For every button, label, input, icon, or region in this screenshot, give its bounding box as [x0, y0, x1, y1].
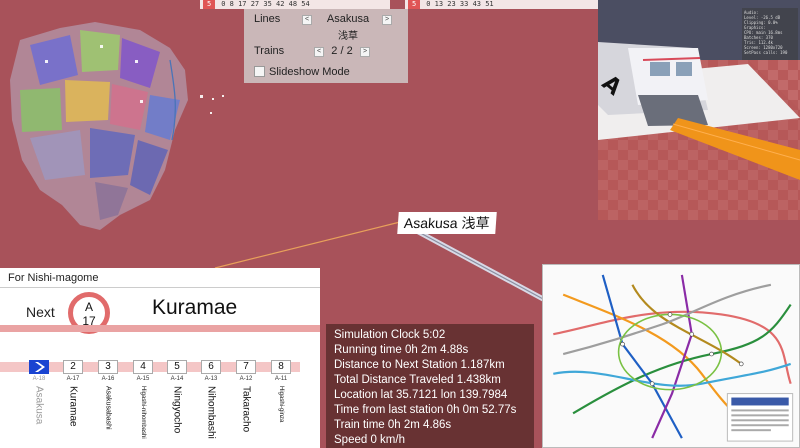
route-stop: A-18 Asakusa: [22, 360, 56, 424]
line-color-bar: [0, 325, 320, 332]
route-stop: 4 A-15 Higashi-nihombashi: [126, 360, 160, 439]
route-stop: 2 A-17 Kuramae: [56, 360, 90, 427]
lines-label: Lines: [254, 13, 281, 25]
simulation-clock: Simulation Clock 5:02: [334, 329, 446, 341]
route-stop: 7 A-12 Takaracho: [229, 360, 263, 432]
route-stop: 8 A-11 Higashi-ginza: [264, 360, 298, 422]
train-time: Train time 0h 2m 4.86s: [334, 419, 452, 431]
speed: Speed 0 km/h: [334, 434, 405, 446]
trains-label: Trains: [254, 45, 285, 57]
tokyo-ward-map[interactable]: [0, 0, 245, 240]
subway-route-map[interactable]: [542, 264, 800, 448]
previous-line-button[interactable]: <: [302, 15, 312, 25]
line-control-panel: Lines < Asakusa > 浅草 Trains < 2 / 2 > Sl…: [244, 9, 408, 83]
slideshow-label: Slideshow Mode: [269, 66, 350, 78]
line-name: Asakusa: [326, 13, 370, 25]
current-position-chevron-icon: [29, 360, 49, 374]
route-stop: 6 A-13 Nihombashi: [194, 360, 228, 439]
line-name-japanese: 浅草: [338, 31, 358, 42]
route-stop: 5 A-14 Ningyocho: [160, 360, 194, 433]
stats-overlay: Audio: Level: -26.5 dB Clipping: 0.0% Gr…: [742, 8, 798, 60]
frame-readout-right: 50 13 23 33 43 51: [405, 0, 600, 9]
simulation-info-panel: Simulation Clock 5:02 Running time 0h 2m…: [326, 324, 534, 448]
next-label: Next: [26, 304, 55, 320]
next-station-name: Kuramae: [152, 296, 238, 319]
trains-value: 2 / 2: [331, 45, 353, 57]
train-information-display: For Nishi-magome Next A 17 Kuramae A-18 …: [0, 268, 320, 448]
total-distance: Total Distance Traveled 1.438km: [334, 374, 501, 386]
next-train-button[interactable]: >: [360, 47, 370, 57]
destination-label: For Nishi-magome: [0, 268, 320, 288]
next-line-button[interactable]: >: [382, 15, 392, 25]
previous-train-button[interactable]: <: [314, 47, 324, 57]
station-sign: Asakusa 浅草: [397, 212, 497, 234]
route-stop: 3 A-16 Asakusabashi: [91, 360, 125, 430]
slideshow-checkbox[interactable]: [254, 66, 265, 77]
location: Location lat 35.7121 lon 139.7984: [334, 389, 508, 401]
running-time: Running time 0h 2m 4.88s: [334, 344, 469, 356]
badge-line-letter: A: [84, 300, 93, 314]
distance-to-next-station: Distance to Next Station 1.187km: [334, 359, 505, 371]
time-from-last-station: Time from last station 0h 0m 52.77s: [334, 404, 517, 416]
